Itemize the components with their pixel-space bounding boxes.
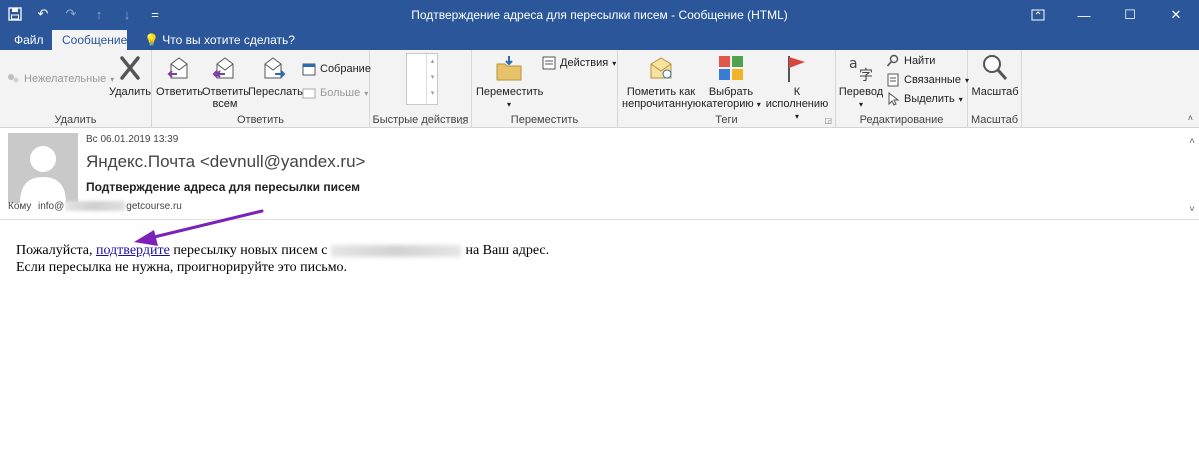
customize-qat-icon[interactable]: =	[146, 4, 164, 24]
body-line-2: Если пересылка не нужна, проигнорируйте …	[16, 260, 348, 275]
move-button[interactable]: Переместить ▾	[476, 52, 543, 111]
to-address-prefix: info@	[38, 201, 65, 212]
title-bar: ↶ ↷ ↑ ↓ = Подтверждение адреса для перес…	[0, 0, 1199, 30]
calendar-icon	[302, 62, 316, 76]
tell-me-box[interactable]: 💡 Что вы хотите сделать?	[136, 30, 305, 50]
group-move: Переместить ▾ Действия ▾ Переместить	[472, 50, 618, 128]
ribbon-tab-bar: Файл Сообщение 💡 Что вы хотите сделать?	[0, 30, 1199, 50]
reply-button[interactable]: Ответить	[156, 52, 203, 98]
ribbon-display-options-icon[interactable]	[1015, 0, 1061, 30]
tab-message[interactable]: Сообщение	[52, 30, 127, 50]
group-respond: Ответить Ответить всем Переслать Собрани…	[152, 50, 371, 128]
junk-icon	[6, 72, 20, 86]
group-delete: Нежелательные ▾ Удалить Удалить	[0, 50, 152, 128]
forward-button[interactable]: Переслать	[248, 52, 303, 98]
window-controls: — ☐ ✕	[1015, 0, 1199, 30]
translate-icon: a 字	[849, 56, 873, 84]
to-address[interactable]: info@ getcourse.ru	[38, 201, 182, 212]
tell-me-label: Что вы хотите сделать?	[162, 33, 295, 47]
categorize-icon	[719, 56, 743, 80]
svg-text:字: 字	[859, 68, 873, 84]
save-icon[interactable]	[6, 4, 24, 24]
redo-icon[interactable]: ↷	[62, 4, 80, 24]
actions-button[interactable]: Действия ▾	[542, 56, 616, 70]
mark-unread-button[interactable]: Пометить как непрочитанную	[622, 52, 701, 110]
header-divider	[0, 219, 1199, 220]
group-tags: Пометить как непрочитанную Выбрать катег…	[618, 50, 836, 128]
select-cursor-icon	[886, 91, 900, 106]
person-placeholder-icon	[20, 146, 66, 203]
reply-icon	[167, 57, 188, 79]
reply-all-icon	[212, 57, 234, 79]
translate-button[interactable]: a 字 Перевод ▾	[838, 52, 884, 111]
flag-icon	[788, 56, 805, 82]
find-button[interactable]: Найти	[886, 54, 935, 68]
collapse-ribbon-icon[interactable]: ˄	[1188, 113, 1193, 123]
select-button[interactable]: Выделить ▾	[886, 91, 963, 106]
dialog-launcher-icon[interactable]: ◲	[824, 116, 832, 125]
actions-icon	[542, 56, 556, 70]
related-button[interactable]: Связанные ▾	[886, 73, 969, 87]
body-line-1: Пожалуйста, подтвердите пересылку новых …	[16, 243, 550, 258]
group-zoom: Масштаб Масштаб	[968, 50, 1022, 128]
confirm-link[interactable]: подтвердите	[96, 243, 170, 258]
junk-button[interactable]: Нежелательные ▾	[6, 72, 114, 86]
avatar	[8, 133, 78, 203]
categorize-button[interactable]: Выбрать категорию ▾	[700, 52, 762, 111]
search-icon	[886, 54, 900, 68]
down-arrow-icon[interactable]: ↓	[118, 4, 136, 24]
svg-text:a: a	[849, 56, 858, 72]
group-quick-steps: ▴ ▾ ▾ Быстрые действия ◲	[370, 50, 472, 128]
quick-access-toolbar: ↶ ↷ ↑ ↓ =	[6, 4, 164, 24]
delete-x-icon	[120, 56, 140, 80]
undo-icon[interactable]: ↶	[34, 4, 52, 24]
follow-up-button[interactable]: К исполнению ▾	[762, 52, 832, 123]
message-subject: Подтверждение адреса для пересылки писем	[86, 180, 361, 194]
group-editing: a 字 Перевод ▾ Найти Связанные ▾ Выделить…	[836, 50, 969, 128]
redacted-block	[65, 201, 126, 212]
mark-unread-icon	[650, 57, 672, 79]
more-respond-button[interactable]: Больше ▾	[302, 86, 368, 100]
maximize-icon[interactable]: ☐	[1107, 0, 1153, 30]
minimize-icon[interactable]: —	[1061, 0, 1107, 30]
move-folder-icon	[496, 56, 522, 81]
message-date: Вс 06.01.2019 13:39	[86, 134, 179, 145]
quick-steps-scroll[interactable]: ▴ ▾ ▾	[426, 54, 438, 104]
collapse-header-icon[interactable]: ˅	[1189, 204, 1195, 215]
related-icon	[886, 73, 900, 87]
close-icon[interactable]: ✕	[1153, 0, 1199, 30]
message-sender[interactable]: Яндекс.Почта <devnull@yandex.ru>	[86, 152, 365, 172]
up-arrow-icon[interactable]: ↑	[90, 4, 108, 24]
reply-all-button[interactable]: Ответить всем	[202, 52, 249, 110]
zoom-magnifier-icon	[983, 55, 1008, 80]
ribbon: Нежелательные ▾ Удалить Удалить Ответить…	[0, 50, 1199, 128]
to-label: Кому	[8, 201, 32, 212]
more-icon	[302, 86, 316, 100]
lightbulb-icon: 💡	[144, 33, 159, 47]
dialog-launcher-icon[interactable]: ◲	[460, 116, 468, 125]
zoom-button[interactable]: Масштаб	[970, 52, 1020, 98]
meeting-button[interactable]: Собрание	[302, 62, 371, 76]
tab-file[interactable]: Файл	[4, 30, 54, 50]
to-address-suffix: getcourse.ru	[126, 201, 182, 212]
forward-icon	[264, 57, 286, 79]
redacted-email	[331, 244, 462, 257]
scroll-up-icon[interactable]: ˄	[1189, 136, 1195, 147]
message-body: Пожалуйста, подтвердите пересылку новых …	[16, 242, 549, 276]
delete-button[interactable]: Удалить	[108, 52, 152, 98]
